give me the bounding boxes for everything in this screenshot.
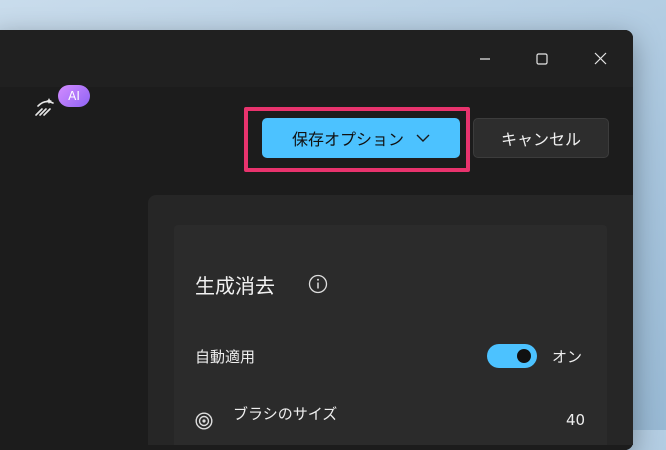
left-panel xyxy=(0,167,147,450)
ai-tools-button[interactable]: AI xyxy=(34,85,94,121)
title-bar xyxy=(0,30,633,87)
close-button[interactable] xyxy=(577,30,623,87)
maximize-button[interactable] xyxy=(519,30,565,87)
auto-apply-state: オン xyxy=(552,348,583,366)
magic-wand-icon xyxy=(35,98,54,116)
minimize-icon xyxy=(480,57,490,60)
brush-size-icon xyxy=(195,412,213,430)
cancel-button[interactable]: キャンセル xyxy=(473,118,609,158)
info-icon[interactable] xyxy=(308,274,328,294)
brush-size-value: 40 xyxy=(566,411,586,429)
maximize-icon xyxy=(536,52,548,65)
ai-badge: AI xyxy=(58,85,90,107)
auto-apply-toggle[interactable] xyxy=(487,344,537,368)
panel-title: 生成消去 xyxy=(195,274,275,298)
brush-size-label: ブラシのサイズ xyxy=(233,405,338,423)
close-icon xyxy=(594,52,606,65)
minimize-button[interactable] xyxy=(462,30,508,87)
save-options-button[interactable]: 保存オプション xyxy=(262,118,460,158)
auto-apply-label: 自動適用 xyxy=(195,348,256,366)
save-options-label: 保存オプション xyxy=(291,130,404,149)
chevron-down-icon xyxy=(416,134,430,142)
toggle-knob xyxy=(517,349,531,363)
